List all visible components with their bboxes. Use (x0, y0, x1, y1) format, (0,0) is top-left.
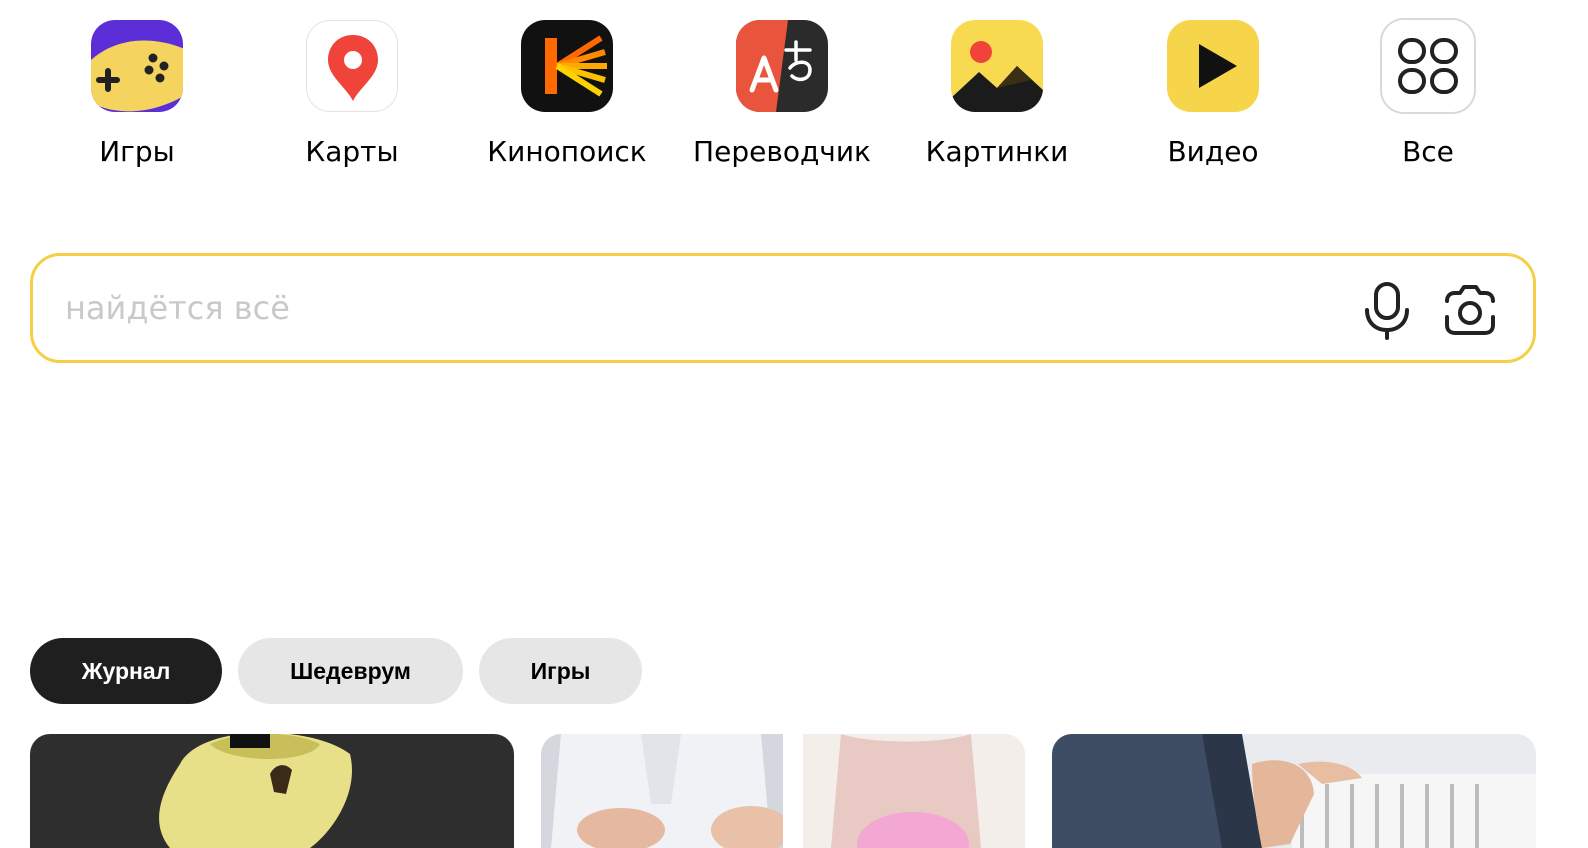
camera-icon[interactable] (1441, 281, 1499, 339)
map-pin-icon (306, 20, 398, 112)
search-input[interactable] (65, 280, 1325, 336)
service-label: Игры (99, 135, 175, 168)
feed-card-image[interactable] (30, 734, 514, 848)
service-label: Кинопоиск (487, 135, 647, 168)
services-row: Игры Карты Кинопоиск Переводчик Картинки… (0, 0, 1588, 190)
tab-shedevrum[interactable]: Шедеврум (238, 638, 463, 704)
service-all[interactable]: Все (1333, 18, 1523, 180)
service-translator[interactable]: Переводчик (687, 20, 877, 180)
gamepad-icon (91, 20, 183, 112)
play-icon (1167, 20, 1259, 112)
service-label: Все (1402, 135, 1454, 168)
tab-journal[interactable]: Журнал (30, 638, 222, 704)
translator-icon (736, 20, 828, 112)
kinopoisk-icon (521, 20, 613, 112)
service-label: Переводчик (693, 135, 871, 168)
tab-games[interactable]: Игры (479, 638, 642, 704)
images-icon (951, 20, 1043, 112)
service-video[interactable]: Видео (1118, 20, 1308, 180)
service-images[interactable]: Картинки (902, 20, 1092, 180)
service-maps[interactable]: Карты (257, 20, 447, 180)
microphone-icon[interactable] (1359, 280, 1415, 340)
search-bar (30, 253, 1536, 363)
feed-card-image[interactable] (1052, 734, 1536, 848)
service-label: Картинки (925, 135, 1069, 168)
grid-icon (1380, 18, 1476, 114)
feed-card-image[interactable] (541, 734, 1025, 848)
service-label: Видео (1167, 135, 1259, 168)
service-games[interactable]: Игры (42, 20, 232, 180)
service-kinopoisk[interactable]: Кинопоиск (472, 20, 662, 180)
service-label: Карты (305, 135, 399, 168)
